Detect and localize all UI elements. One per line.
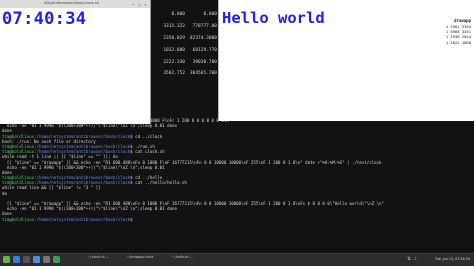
numeric-cell: 0.000	[171, 12, 185, 17]
drawapp-label: drawapp	[454, 18, 471, 23]
task-clock[interactable]: ~/.clock.sh ...	[78, 255, 118, 264]
prompt-line: tim@boldlinux:/home/netsystem/antibrowse…	[2, 217, 474, 222]
prompt-user: tim@boldlinux	[2, 216, 35, 222]
menu-icon[interactable]	[3, 256, 10, 263]
numeric-cell: 778777.00	[192, 23, 217, 29]
numeric-cell: 3502.752	[163, 71, 185, 77]
numeric-cell: 0.000	[203, 12, 217, 17]
drawapp-values: 1 3581 3364 1 6968 3451 1 1938 2844 1 2622 …	[446, 24, 471, 45]
task-hello[interactable]: ~/.hello.sh ...	[162, 255, 202, 264]
prompt-user: tim@boldlinux	[2, 133, 35, 139]
numeric-cell: 60129.770	[192, 47, 217, 53]
clock-window[interactable]: Xlib/Antibrowser/bash/clock.sh – ▢ ✕ 07:…	[0, 0, 151, 124]
folder-icon[interactable]	[43, 256, 50, 263]
numeric-row: 3502.752 364565.700	[155, 71, 217, 76]
hello-window[interactable]: Hello world drawapp 1 3581 3364 1 6968 34…	[218, 0, 474, 121]
clock-titlebar[interactable]: Xlib/Antibrowser/bash/clock.sh – ▢ ✕	[0, 0, 150, 8]
prompt-command: $ cat ../hello/hello.sh	[130, 180, 187, 186]
maximize-icon[interactable]: ▢	[137, 2, 142, 7]
numeric-row: 2350.029 82374.3000	[155, 36, 217, 41]
terminal-output[interactable]: [[ "$line" == "drawapp" ]] && echo -en "…	[2, 118, 474, 222]
numeric-row: 3315.322 778777.00	[155, 24, 217, 29]
drawapp-row: 1 2622 1860	[445, 39, 471, 45]
numeric-row: 2222.330 39030.700	[155, 60, 217, 65]
app-icon[interactable]	[53, 256, 60, 263]
prompt-command: $	[130, 216, 136, 222]
network-icon[interactable]: ⇅	[407, 257, 412, 262]
prompt-command: $ cd ../clock	[130, 133, 163, 139]
numeric-cell: 39030.700	[192, 59, 217, 65]
browser-icon[interactable]	[33, 256, 40, 263]
files-icon[interactable]	[13, 256, 20, 263]
numeric-cell: 1032.080	[163, 47, 185, 53]
numeric-cell: 82374.3000	[189, 35, 217, 41]
window-title: Xlib/Antibrowser/bash/clock.sh	[44, 1, 100, 5]
numeric-cell: 2222.330	[163, 59, 185, 65]
clock-time: 07:40:34	[2, 9, 87, 29]
numeric-row: 1032.080 60129.770	[155, 48, 217, 53]
terminal-icon[interactable]	[23, 256, 30, 263]
taskbar-clock[interactable]: Tue, Jun 13, 07:40:34	[435, 257, 470, 261]
close-icon[interactable]: ✕	[143, 2, 148, 7]
numeric-cell: 3315.322	[163, 23, 185, 29]
numeric-cell: 364565.700	[189, 71, 217, 77]
taskbar: ~/.clock.sh ... ~/drawapp.clock ~/.hello…	[0, 253, 474, 266]
minimize-icon[interactable]: –	[131, 2, 136, 7]
prompt-command: $ cat clock.sh	[130, 149, 165, 155]
hello-text: Hello world	[222, 9, 325, 27]
drawapp-row: 1 1938 2844	[445, 34, 471, 40]
volume-icon[interactable]: ♪	[414, 257, 419, 262]
prompt-path: :/home/netsystem/antibrowser/bash/clock	[34, 216, 131, 222]
numeric-row: 0.000 0.000	[155, 12, 217, 17]
task-drawapp[interactable]: ~/drawapp.clock	[120, 255, 160, 264]
numeric-cell: 2350.029	[163, 35, 185, 41]
prompt-path: :/home/netsystem/antibrowser/bash/clock	[34, 133, 131, 139]
numeric-output: 0.000 0.000 3315.322 778777.00 2350.029 82374…	[155, 12, 217, 83]
